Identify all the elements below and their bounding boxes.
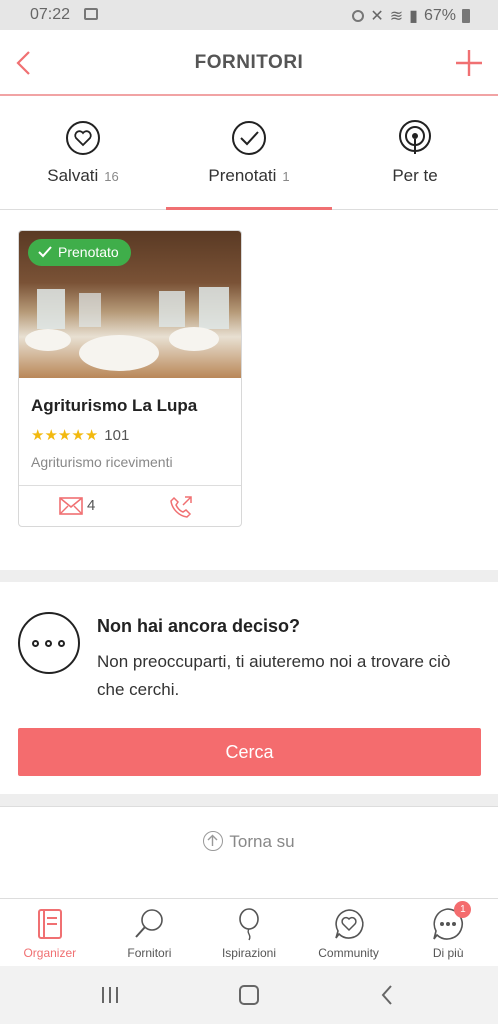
tab-label: Prenotati 1 (208, 166, 290, 185)
app-bar: FORNITORI (0, 30, 498, 96)
balloon-icon (239, 908, 259, 941)
section-divider (0, 570, 498, 582)
heart-icon (66, 121, 100, 155)
nav-label: Di più (432, 946, 464, 960)
wifi-icon: ≋ (389, 8, 404, 25)
tab-label: Salvati 16 (47, 166, 119, 185)
community-icon (334, 909, 364, 939)
star-icon: ★ (57, 427, 72, 444)
help-section: Non hai ancora deciso? Non preoccuparti,… (0, 582, 498, 794)
nav-label: Fornitori (127, 946, 172, 960)
star-icon: ★ (84, 427, 99, 444)
page-title: FORNITORI (194, 52, 304, 73)
mail-icon[interactable] (59, 497, 83, 515)
badge-check-icon (38, 246, 52, 258)
help-title: Non hai ancora deciso? (97, 616, 301, 636)
tab-per-te[interactable]: Per te (332, 98, 498, 209)
system-nav-bar (0, 966, 498, 1024)
rating: ★ ★ ★ ★ ★ 101 (31, 427, 129, 444)
search-button[interactable]: Cerca (18, 728, 481, 776)
mute-icon: ✕ (370, 8, 384, 25)
nav-label: Organizer (23, 946, 77, 960)
nav-fornitori[interactable]: Fornitori (100, 899, 200, 966)
nav-label: Ispirazioni (221, 946, 276, 960)
tab-prenotati[interactable]: Prenotati 1 (166, 98, 332, 210)
tab-salvati[interactable]: Salvati 16 (0, 98, 166, 209)
battery-icon (462, 9, 470, 23)
image-notification-icon (84, 8, 98, 20)
tab-count: 1 (282, 169, 290, 184)
vendor-name[interactable]: Agriturismo La Lupa (31, 396, 197, 416)
star-icon: ★ (31, 427, 45, 444)
bottom-nav: Organizer Fornitori Ispirazioni Communit… (0, 898, 498, 966)
signal-icon: ▮ (409, 8, 418, 25)
system-back-icon[interactable] (380, 984, 394, 1006)
nav-organizer[interactable]: Organizer (0, 899, 100, 966)
status-bar: 07:22 ✕ ≋ ▮ 67% (0, 0, 498, 30)
nav-community[interactable]: Community (299, 899, 399, 966)
tab-bar: Salvati 16 Prenotati 1 Per te (0, 98, 498, 210)
battery-level: 67% (423, 7, 456, 24)
card-actions: 4 (19, 485, 241, 526)
nav-ispirazioni[interactable]: Ispirazioni (199, 899, 299, 966)
phone-call-icon[interactable] (169, 495, 193, 519)
section-divider (0, 794, 498, 806)
add-icon[interactable] (454, 48, 484, 78)
tab-count: 16 (104, 169, 119, 184)
star-icon: ★ (44, 427, 58, 444)
search-icon (135, 909, 164, 938)
recent-apps-icon[interactable] (100, 986, 120, 1004)
broadcast-icon (399, 120, 431, 154)
star-icon: ★ (71, 427, 85, 444)
organizer-icon (37, 909, 62, 939)
check-icon (232, 121, 266, 155)
status-icons: ✕ ≋ ▮ 67% (352, 6, 470, 26)
back-to-top[interactable]: Torna su (0, 806, 498, 898)
vendor-card[interactable]: Prenotato Agriturismo La Lupa ★ ★ ★ ★ ★ … (18, 230, 242, 527)
message-count: 4 (87, 497, 96, 514)
arrow-up-icon (203, 831, 224, 851)
vendor-category: Agriturismo ricevimenti (31, 454, 173, 470)
home-icon[interactable] (239, 985, 259, 1005)
nav-label: Community (318, 946, 379, 960)
back-to-top-label: Torna su (229, 832, 295, 851)
review-count: 101 (104, 427, 130, 444)
notification-badge: 1 (454, 901, 472, 918)
more-dots-icon (18, 612, 80, 674)
tab-label: Per te (392, 166, 438, 185)
help-text: Non preoccuparti, ti aiuteremo noi a tro… (97, 652, 451, 699)
status-time: 07:22 (30, 6, 71, 23)
booked-badge: Prenotato (28, 239, 131, 266)
nav-di-piu[interactable]: 1 Di più (398, 899, 498, 966)
alarm-icon (352, 10, 365, 22)
